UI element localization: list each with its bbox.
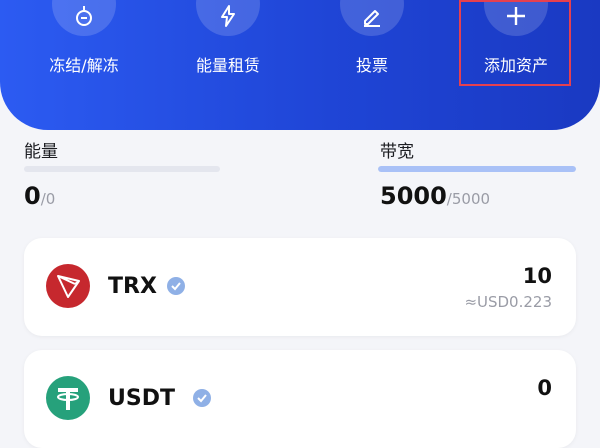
token-amount: 10 [522,264,552,288]
token-row-usdt[interactable]: USDT 0 [24,350,576,448]
freeze-unfreeze-label: 冻结/解冻 [49,56,119,75]
token-fiat-value: ≈USD0.223 [464,293,552,311]
bandwidth-bar-fill [378,166,576,172]
energy-value: 0/0 [24,182,55,210]
bandwidth-max: /5000 [446,190,491,208]
vote-label: 投票 [355,56,388,75]
token-name: TRX [108,274,157,299]
token-name: USDT [108,386,175,411]
energy-current: 0 [24,182,41,210]
tron-logo-icon [46,264,90,308]
energy-bar [24,166,220,172]
verified-badge-icon [193,389,211,407]
energy-rental-label: 能量租赁 [195,56,260,75]
add-asset-highlight-box [459,0,571,86]
tether-logo-icon [46,376,90,420]
bandwidth-title: 带宽 [380,142,414,162]
energy-title: 能量 [24,142,58,162]
verified-badge-icon [167,277,185,295]
bandwidth-value: 5000/5000 [380,182,490,210]
token-row-trx[interactable]: TRX 10 ≈USD0.223 [24,238,576,336]
energy-max: /0 [40,190,56,208]
bandwidth-bar [378,166,576,172]
token-amount: 0 [537,376,552,400]
bandwidth-current: 5000 [380,182,447,210]
